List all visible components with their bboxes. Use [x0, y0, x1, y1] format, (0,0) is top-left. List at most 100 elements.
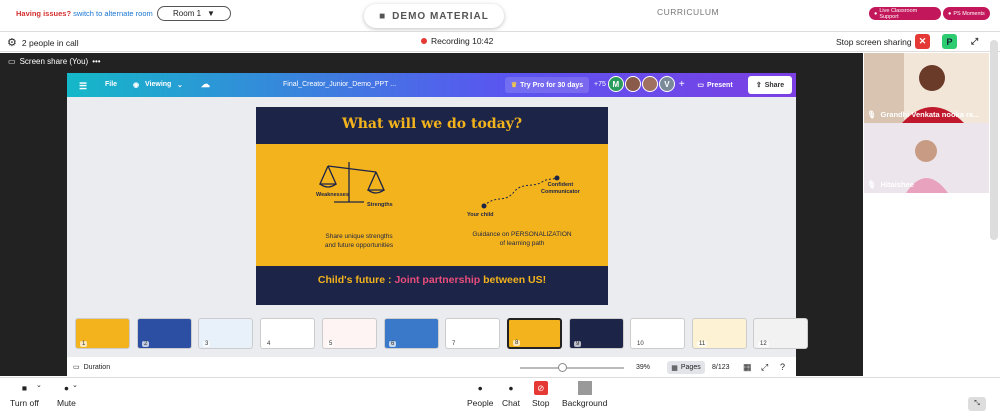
background-button[interactable]: Background: [562, 381, 607, 408]
scrollbar[interactable]: [990, 40, 998, 240]
more-icon[interactable]: •••: [92, 57, 100, 66]
thumbnail-number: 8: [513, 340, 521, 346]
thumbnail-number: 4: [265, 341, 273, 347]
viewing-menu[interactable]: Viewing: [145, 81, 171, 88]
mic-icon: 🎙: [867, 110, 877, 119]
issues-notice: Having issues? switch to alternate room: [16, 9, 153, 18]
close-share-button[interactable]: ✕: [915, 34, 930, 49]
footer-highlight: Joint partnership: [394, 274, 481, 286]
info-icon: ●: [874, 10, 878, 17]
expand-icon[interactable]: ⤢: [967, 34, 982, 49]
pages-icon: ▦: [671, 364, 678, 372]
thumbnail-number: 6: [389, 341, 397, 347]
people-button[interactable]: ● People: [467, 381, 493, 408]
chevron-down-icon[interactable]: ⌄: [36, 381, 42, 389]
thumbnail-number: 10: [635, 341, 646, 347]
slide-thumbnail[interactable]: 12: [753, 318, 808, 349]
slide-thumbnail[interactable]: 2: [137, 318, 192, 349]
slide-thumbnail[interactable]: 6: [384, 318, 439, 349]
turn-off-camera-button[interactable]: ■ Turn off: [10, 381, 39, 408]
collapse-icon[interactable]: ⤡: [968, 397, 986, 411]
participant-p-button[interactable]: P: [942, 34, 957, 49]
participant-video[interactable]: 🎙 Hitaishee: [864, 123, 989, 193]
present-label: Present: [706, 81, 733, 89]
background-label: Background: [562, 398, 608, 408]
avatar: [624, 76, 641, 92]
zoom-level[interactable]: 39%: [636, 364, 650, 371]
file-menu[interactable]: File: [105, 81, 117, 88]
present-button[interactable]: ▭ Present: [690, 77, 740, 93]
live-support-button[interactable]: ● Live Classroom Support: [869, 7, 941, 20]
timer-icon: ▭: [73, 364, 80, 371]
call-toolbar: [0, 377, 1000, 419]
demo-material-button[interactable]: ■ DEMO MATERIAL: [364, 4, 504, 28]
collaborator-avatars[interactable]: +75 M V +: [594, 76, 685, 92]
upload-icon: ⇪: [755, 82, 762, 89]
room-select[interactable]: Room 1 ▼: [157, 6, 231, 21]
collaborator-count: +75: [594, 80, 606, 88]
right-caption: Guidance on PERSONALIZATION of learning …: [456, 230, 588, 248]
duration-button[interactable]: ▭ Duration: [73, 363, 110, 372]
your-child-label: Your child: [467, 212, 494, 218]
chevron-down-icon[interactable]: ⌄: [72, 381, 78, 389]
end-dot-icon: [554, 175, 560, 181]
slide-thumbnail[interactable]: 9: [569, 318, 624, 349]
screen-icon: ▭: [8, 57, 16, 66]
try-pro-button[interactable]: ♛ Try Pro for 30 days: [505, 77, 589, 93]
avatar: M: [607, 76, 624, 92]
gear-icon[interactable]: ⚙: [7, 36, 17, 49]
share-button[interactable]: ⇪ Share: [748, 76, 792, 94]
share-label: Share: [764, 81, 785, 89]
document-title[interactable]: Final_Creator_Junior_Demo_PPT ...: [283, 81, 396, 88]
zoom-slider[interactable]: [520, 367, 624, 369]
thumbnail-number: 7: [450, 341, 458, 347]
right-caption-line: of learning path: [499, 240, 545, 247]
slide-thumbnail[interactable]: 4: [260, 318, 315, 349]
avatar: [641, 76, 658, 92]
people-icon: ●: [477, 383, 483, 393]
menu-icon[interactable]: ☰: [79, 81, 87, 92]
cloud-icon: ☁: [201, 79, 210, 89]
try-pro-label: Try Pro for 30 days: [520, 81, 584, 89]
people-in-call: ⚙ 2 people in call: [7, 36, 79, 49]
stop-share-button[interactable]: ⊘ Stop: [532, 381, 550, 408]
crown-icon: ♛: [510, 82, 518, 89]
camera-icon: ■: [21, 383, 27, 393]
slide-thumbnail[interactable]: 7: [445, 318, 500, 349]
participant-name: 🎙 Hitaishee: [867, 180, 914, 189]
curriculum-tab[interactable]: CURRICULUM: [657, 7, 719, 17]
chat-label: Chat: [502, 398, 520, 408]
slide-thumbnail[interactable]: 1: [75, 318, 130, 349]
right-caption-line: Guidance on PERSONALIZATION: [472, 231, 572, 238]
close-icon: ✕: [918, 36, 927, 46]
issues-text: Having issues?: [16, 9, 72, 18]
thumbnail-number: 12: [758, 341, 769, 347]
ps-moments-button[interactable]: ● PS Moments: [943, 7, 990, 20]
thumbnail-number: 9: [574, 341, 582, 347]
slide-thumbnail[interactable]: 11: [692, 318, 747, 349]
chat-button[interactable]: ● Chat: [502, 381, 520, 408]
pages-button[interactable]: ▦ Pages: [667, 361, 705, 374]
chat-icon: ●: [508, 383, 514, 393]
slide-thumbnail[interactable]: 8: [507, 318, 562, 349]
fullscreen-icon[interactable]: ⤢: [761, 362, 768, 373]
eye-icon: ◉: [133, 82, 140, 89]
avatar: V: [658, 76, 675, 92]
strengths-label: Strengths: [367, 202, 393, 208]
add-collaborator-button[interactable]: +: [679, 79, 685, 90]
screen-share-title: Screen share (You): [19, 57, 89, 66]
zoom-slider-handle[interactable]: [558, 363, 567, 372]
slide-thumbnail[interactable]: 3: [198, 318, 253, 349]
stop-screen-sharing-link[interactable]: Stop screen sharing: [836, 37, 912, 47]
slide-thumbnail[interactable]: 5: [322, 318, 377, 349]
footer-text: between US!: [480, 274, 547, 286]
communicator-text: Communicator: [541, 189, 580, 195]
participant-name-text: Grandhi Venkata nooka ra...: [880, 110, 980, 119]
help-icon[interactable]: ?: [780, 362, 785, 372]
stop-label: Stop: [532, 398, 550, 408]
start-dot-icon: [481, 203, 487, 209]
participant-video[interactable]: 🎙 Grandhi Venkata nooka ra...: [864, 53, 989, 123]
slide-thumbnail[interactable]: 10: [630, 318, 685, 349]
alternate-room-link[interactable]: switch to alternate room: [73, 9, 153, 18]
grid-view-icon[interactable]: ▦: [743, 362, 752, 373]
